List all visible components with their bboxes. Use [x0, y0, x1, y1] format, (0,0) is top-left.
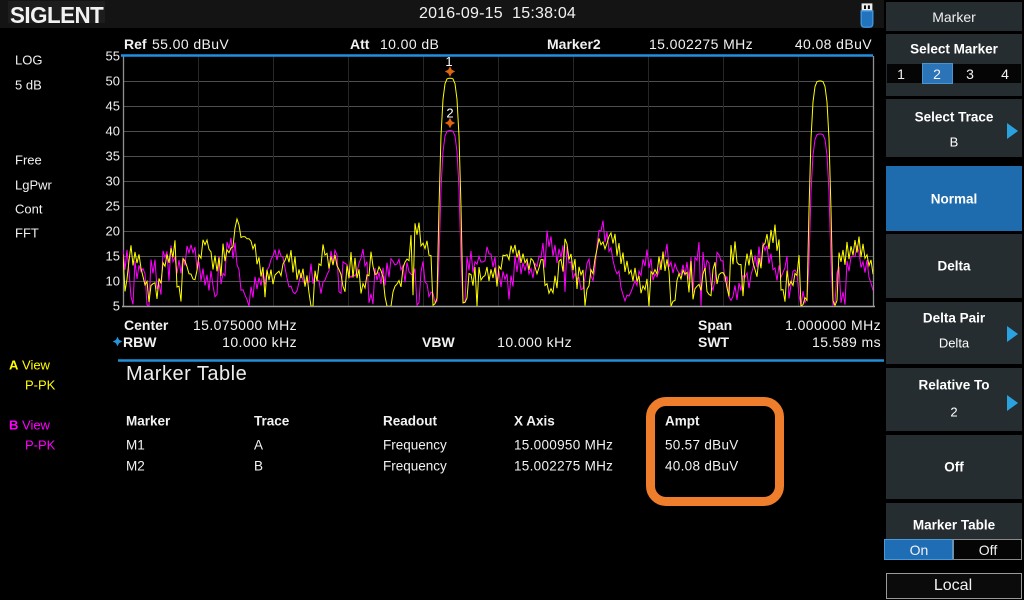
svg-text:1: 1	[445, 54, 452, 69]
svg-text:2: 2	[446, 106, 453, 121]
